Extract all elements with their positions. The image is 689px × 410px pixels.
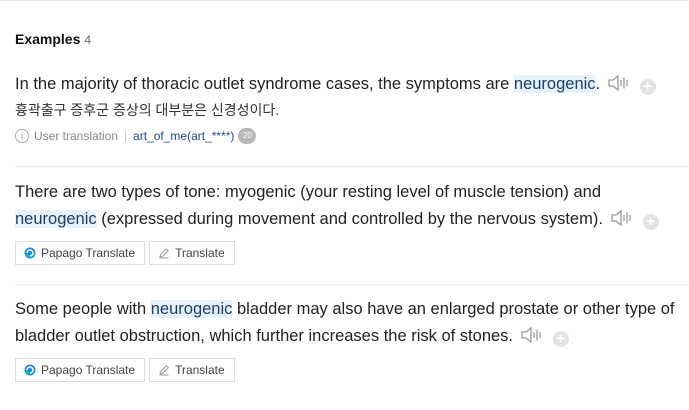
sentence-text: There are two types of tone: myogenic (y… xyxy=(15,183,602,201)
papago-translate-label: Papago Translate xyxy=(41,246,136,260)
speaker-icon[interactable] xyxy=(607,73,631,93)
examples-title: Examples xyxy=(15,31,81,47)
highlighted-term[interactable]: neurogenic xyxy=(15,210,97,228)
translator-user-link[interactable]: art_of_me(art_****) xyxy=(133,129,234,143)
example-item: Some people with neurogenic bladder may … xyxy=(15,296,689,382)
papago-logo-icon xyxy=(24,364,36,376)
translate-label: Translate xyxy=(175,363,225,377)
speaker-icon[interactable] xyxy=(610,208,634,228)
example-sentence: Some people with neurogenic bladder may … xyxy=(15,296,689,350)
translate-buttons: Papago Translate Translate xyxy=(15,241,689,265)
add-icon[interactable]: + xyxy=(639,79,656,95)
example-translation: 흉곽출구 증후군 증상의 대부분은 신경성이다. xyxy=(15,102,280,118)
papago-translate-label: Papago Translate xyxy=(41,363,136,377)
pencil-icon xyxy=(159,248,169,259)
examples-panel: Examples 4 In the majority of thoracic ou… xyxy=(0,0,689,410)
translation-meta: i User translation art_of_me(art_****) 2… xyxy=(15,128,689,144)
examples-header: Examples 4 xyxy=(15,31,91,47)
example-divider xyxy=(15,284,689,285)
examples-count: 4 xyxy=(84,33,92,47)
highlighted-term[interactable]: neurogenic xyxy=(150,300,233,318)
pencil-icon xyxy=(159,365,169,376)
sentence-text: (expressed during movement and controlle… xyxy=(96,210,603,228)
translate-button[interactable]: Translate xyxy=(149,241,235,265)
speaker-icon[interactable] xyxy=(520,325,544,345)
info-icon[interactable]: i xyxy=(15,129,29,143)
translate-buttons: Papago Translate Translate xyxy=(15,358,689,382)
sentence-text: In the majority of thoracic outlet syndr… xyxy=(15,75,514,93)
sentence-text: Some people with xyxy=(15,300,151,318)
papago-translate-button[interactable]: Papago Translate xyxy=(15,241,146,265)
add-icon[interactable]: + xyxy=(552,331,569,347)
translate-button[interactable]: Translate xyxy=(149,358,235,382)
papago-logo-icon xyxy=(24,247,36,259)
user-level-badge: 20 xyxy=(238,128,257,144)
papago-translate-button[interactable]: Papago Translate xyxy=(15,358,146,382)
meta-divider xyxy=(125,130,127,142)
translate-label: Translate xyxy=(175,246,225,260)
example-item: There are two types of tone: myogenic (y… xyxy=(15,179,689,265)
example-sentence: There are two types of tone: myogenic (y… xyxy=(15,179,689,233)
example-divider xyxy=(15,166,689,167)
sentence-text: . xyxy=(595,75,601,93)
example-sentence: In the majority of thoracic outlet syndr… xyxy=(15,71,689,98)
add-icon[interactable]: + xyxy=(642,214,659,230)
translation-source-label: User translation xyxy=(34,129,119,143)
highlighted-term[interactable]: neurogenic xyxy=(513,75,596,93)
example-item: In the majority of thoracic outlet syndr… xyxy=(15,71,689,144)
